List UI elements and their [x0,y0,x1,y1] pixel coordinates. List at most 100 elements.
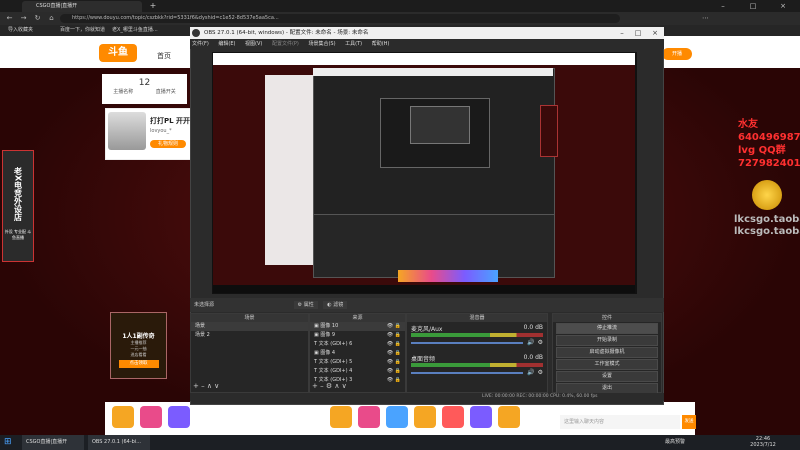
no-source-label: 未选择源 [194,302,215,308]
promo-button[interactable]: 点击领取 [118,360,159,368]
clock-date: 2023/7/12 [750,442,776,448]
left-banner-text: 老X电竞外设店 [13,166,23,222]
menu-edit[interactable]: 编辑(E) [218,41,235,47]
audio-meter [411,363,543,367]
gift-icon[interactable] [386,406,408,428]
weather-alert[interactable]: 最高预警 [665,435,685,450]
studio-mode-button[interactable]: 工作室模式 [556,359,658,370]
back-icon[interactable]: ← [4,13,15,24]
speaker-icon[interactable]: 🔊 [527,369,534,376]
source-toolbar: 未选择源 ⚙ 属性 ◐ 滤镜 [190,298,664,312]
scenes-header: 场景 [191,314,308,322]
menu-help[interactable]: 帮助(H) [372,41,390,47]
nav-home[interactable]: 首页 [157,51,171,61]
obs-minimize-icon[interactable]: – [614,27,630,39]
menu-view[interactable]: 视图(V) [245,41,262,47]
properties-button[interactable]: ⚙ 属性 [293,301,318,309]
preview-capture-header [213,53,635,65]
forward-icon[interactable]: → [18,13,29,24]
chat-send-button[interactable]: 发送 [682,415,696,429]
preview-nested-title [313,68,553,76]
gift-icon[interactable] [330,406,352,428]
taskbar-item-browser[interactable]: CSGO直播|直播开 [22,435,84,450]
source-item[interactable]: ▣ 图像 10 👁 🔒 [310,322,405,331]
volume-slider[interactable] [411,341,524,344]
taskbar-item-obs[interactable]: OBS 27.0.1 (64-bi... [88,435,150,450]
source-controls[interactable]: + – ⚙ ∧ ∨ [312,382,347,390]
contact-line: lvg QQ群 [738,145,786,156]
home-icon[interactable]: ⌂ [46,13,57,24]
shop-line: lkcsgo.taobao [734,226,800,237]
gold-badge-icon [752,180,782,210]
source-item[interactable]: T 文本 (GDI+) 6 👁 🔒 [310,340,405,349]
contact-line: 水友 [738,119,758,130]
start-icon[interactable]: ⊞ [4,438,13,447]
obs-title: OBS 27.0.1 (64-bit, windows) - 配置文件: 未命名… [204,30,369,36]
maximize-icon[interactable]: □ [742,0,764,12]
menu-scene-collection[interactable]: 场景集合(S) [308,41,335,47]
minimize-icon[interactable]: – [712,0,734,12]
left-banner[interactable]: 老X电竞外设店 外设 专业配 斗鱼直播 [2,150,34,262]
gift-icon[interactable] [442,406,464,428]
obs-close-icon[interactable]: × [646,27,664,39]
promo-card[interactable]: 1人1副传奇 主播推荐 一元一抽 进店看看 点击领取 [110,312,167,379]
mixer-channel-db: 0.0 dB [523,354,543,361]
mixer-channel-name: 麦克风/Aux [411,326,443,333]
scene-item[interactable]: 场景 2 [191,331,308,340]
browser-tab-active[interactable]: CSGO直播|直播开 [22,1,142,12]
menu-tools[interactable]: 工具(T) [345,41,362,47]
gift-icon[interactable] [112,406,134,428]
stat-count: 12 [138,78,151,88]
gift-icon[interactable] [358,406,380,428]
preview-taskbar [213,285,635,293]
chat-input[interactable]: 这里输入聊天内容 [560,415,680,429]
gear-icon[interactable]: ⚙ [538,339,543,346]
mixer-channel-name: 桌面音频 [411,356,436,363]
filters-button[interactable]: ◐ 滤镜 [323,301,348,309]
gift-icon[interactable] [498,406,520,428]
gift-icon[interactable] [414,406,436,428]
scene-controls[interactable]: + – ∧ ∨ [193,382,219,390]
sources-header: 来源 [310,314,405,322]
volume-slider[interactable] [411,371,524,374]
source-item[interactable]: ▣ 图像 9 👁 🔒 [310,331,405,340]
settings-button[interactable]: 设置 [556,371,658,382]
gift-icon[interactable] [470,406,492,428]
gift-icon[interactable] [140,406,162,428]
start-recording-button[interactable]: 开始录制 [556,335,658,346]
mixer-dock: 混音器 麦克风/Aux 0.0 dB 🔊 ⚙ 桌面音频 0.0 dB 🔊 ⚙ [406,313,548,393]
source-item[interactable]: T 文本 (GDI+) 5 👁 🔒 [310,358,405,367]
favorite-douyu[interactable]: 老X_哪里斗鱼直播... [112,26,158,35]
promo-item: 进店看看 [130,352,147,357]
shop-line: lkcsgo.taobao [734,214,800,225]
site-logo[interactable]: 斗鱼 [99,44,137,62]
scene-item[interactable]: 场景 [191,322,308,331]
obs-logo-icon [192,29,200,37]
virtual-camera-button[interactable]: 启动虚拟摄像机 [556,347,658,358]
new-tab-icon[interactable]: + [148,1,158,11]
gift-icon[interactable] [168,406,190,428]
close-icon[interactable]: × [772,0,794,12]
obs-maximize-icon[interactable]: □ [630,27,646,39]
streamer-button[interactable]: 礼物规则 [150,140,186,148]
address-input[interactable]: https://www.douyu.com/topic/cszbkk?rid=5… [60,14,620,23]
clock[interactable]: 22:46 2023/7/12 [748,436,778,448]
favorite-baidu[interactable]: 百度一下，你就知道 [60,26,105,35]
obs-status-text: LIVE: 00:00:00 REC: 00:00:00 CPU: 0.4%, … [482,394,598,399]
refresh-icon[interactable]: ↻ [32,13,43,24]
menu-profile[interactable]: 配置文件(P) [272,41,299,47]
source-item[interactable]: T 文本 (GDI+) 4 👁 🔒 [310,367,405,376]
follow-button[interactable]: 开播 [662,48,692,60]
speaker-icon[interactable]: 🔊 [527,339,534,346]
obs-title-bar: OBS 27.0.1 (64-bit, windows) - 配置文件: 未命名… [190,27,664,39]
stop-streaming-button[interactable]: 停止推流 [556,323,658,334]
favorite-import[interactable]: 导入收藏夹 [8,26,33,35]
preview-nested-docks [313,214,555,278]
gear-icon[interactable]: ⚙ [538,369,543,376]
menu-file[interactable]: 文件(F) [192,41,209,47]
mixer-channel-db: 0.0 dB [523,324,543,331]
extensions-icon[interactable]: ⋯ [700,13,711,24]
preview-capture-card [265,75,313,265]
contact-line: 727982401 [738,158,800,169]
source-item[interactable]: ▣ 图像 4 👁 🔒 [310,349,405,358]
